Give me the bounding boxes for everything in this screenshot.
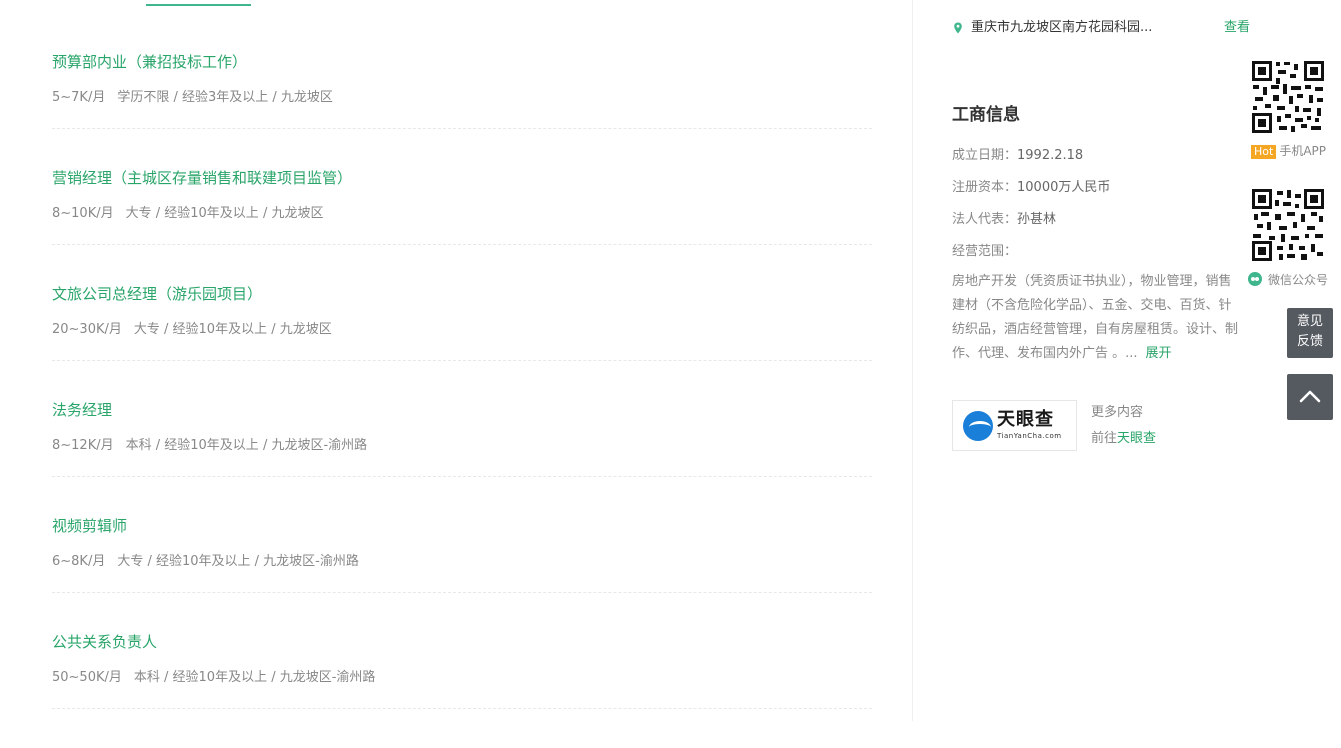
legal-label: 法人代表： xyxy=(952,212,1018,227)
sidebar-divider xyxy=(912,0,913,721)
job-details: 大专 / 经验10年及以上 / 九龙坡区-渝州路 xyxy=(117,554,359,569)
job-title[interactable]: 视频剪辑师 xyxy=(52,516,127,536)
job-details: 大专 / 经验10年及以上 / 九龙坡区 xyxy=(125,206,324,221)
job-meta: 20~30K/月 大专 / 经验10年及以上 / 九龙坡区 xyxy=(52,320,332,340)
job-meta: 6~8K/月 大专 / 经验10年及以上 / 九龙坡区-渝州路 xyxy=(52,552,359,572)
job-salary: 20~30K/月 xyxy=(52,322,122,337)
goto-prefix: 前往 xyxy=(1091,431,1118,446)
feedback-label-line1: 意见 xyxy=(1296,314,1323,329)
back-to-top-button[interactable] xyxy=(1287,374,1333,420)
job-divider xyxy=(52,128,872,129)
tianyancha-logo-domain: TianYanCha.com xyxy=(997,432,1062,440)
job-item[interactable]: 文旅公司总经理（游乐园项目） 20~30K/月 大专 / 经验10年及以上 / 九… xyxy=(52,284,872,400)
job-meta: 8~12K/月 本科 / 经验10年及以上 / 九龙坡区-渝州路 xyxy=(52,436,367,456)
location-pin-icon xyxy=(954,22,962,34)
wechat-qr-code xyxy=(1251,188,1325,262)
job-details: 本科 / 经验10年及以上 / 九龙坡区-渝州路 xyxy=(125,438,368,453)
job-details: 学历不限 / 经验3年及以上 / 九龙坡区 xyxy=(117,90,333,105)
company-address: 重庆市九龙坡区南方花园科园... 查看 xyxy=(952,18,1252,38)
job-divider xyxy=(52,708,872,709)
business-info-title: 工商信息 xyxy=(952,105,1020,125)
tianyancha-link[interactable]: 天眼查 xyxy=(1117,431,1156,446)
job-title[interactable]: 公共关系负责人 xyxy=(52,632,157,652)
view-map-link[interactable]: 查看 xyxy=(1224,18,1250,38)
tianyancha-logo[interactable]: 天眼查 TianYanCha.com xyxy=(952,400,1077,451)
capital-label: 注册资本： xyxy=(952,180,1018,195)
capital-value: 10000万人民币 xyxy=(1017,180,1111,195)
job-title[interactable]: 法务经理 xyxy=(52,400,112,420)
founded-date: 成立日期：1992.2.18 xyxy=(952,146,1083,166)
job-meta: 5~7K/月 学历不限 / 经验3年及以上 / 九龙坡区 xyxy=(52,88,333,108)
job-item[interactable]: 公共关系负责人 50~50K/月 本科 / 经验10年及以上 / 九龙坡区-渝州路 xyxy=(52,632,872,748)
goto-tianyancha: 前往天眼查 xyxy=(1091,430,1156,448)
business-scope: 房地产开发（凭资质证书执业），物业管理，销售建材（不含危险化学品）、五金、交电、… xyxy=(952,270,1238,366)
job-salary: 8~10K/月 xyxy=(52,206,114,221)
job-divider xyxy=(52,476,872,477)
more-content-label: 更多内容 xyxy=(1091,405,1144,420)
job-item[interactable]: 营销经理（主城区存量销售和联建项目监管） 8~10K/月 大专 / 经验10年及以… xyxy=(52,168,872,284)
job-salary: 6~8K/月 xyxy=(52,554,106,569)
app-qr-text: 手机APP xyxy=(1279,144,1327,158)
wechat-icon xyxy=(1248,272,1262,286)
job-salary: 5~7K/月 xyxy=(52,90,106,105)
founded-label: 成立日期： xyxy=(952,148,1018,163)
job-meta: 8~10K/月 大专 / 经验10年及以上 / 九龙坡区 xyxy=(52,204,323,224)
job-salary: 50~50K/月 xyxy=(52,670,122,685)
job-salary: 8~12K/月 xyxy=(52,438,114,453)
job-divider xyxy=(52,592,872,593)
job-divider xyxy=(52,244,872,245)
address-text: 重庆市九龙坡区南方花园科园... xyxy=(971,20,1153,35)
chevron-up-icon xyxy=(1299,390,1321,403)
hot-badge: Hot xyxy=(1251,145,1277,159)
registered-capital: 注册资本：10000万人民币 xyxy=(952,178,1110,198)
tianyancha-logo-text: 天眼查 xyxy=(997,409,1054,430)
job-item[interactable]: 法务经理 8~12K/月 本科 / 经验10年及以上 / 九龙坡区-渝州路 xyxy=(52,400,872,516)
wechat-qr-label: 微信公众号 xyxy=(1248,272,1328,288)
tianyancha-eye-icon xyxy=(963,411,993,441)
job-details: 大专 / 经验10年及以上 / 九龙坡区 xyxy=(133,322,332,337)
job-title[interactable]: 营销经理（主城区存量销售和联建项目监管） xyxy=(52,168,352,188)
job-item[interactable]: 视频剪辑师 6~8K/月 大专 / 经验10年及以上 / 九龙坡区-渝州路 xyxy=(52,516,872,632)
legal-representative: 法人代表：孙甚林 xyxy=(952,210,1056,230)
legal-value: 孙甚林 xyxy=(1017,212,1057,227)
active-tab-underline xyxy=(146,4,251,6)
app-qr-label: Hot 手机APP xyxy=(1251,143,1326,159)
business-scope-text: 房地产开发（凭资质证书执业），物业管理，销售建材（不含危险化学品）、五金、交电、… xyxy=(952,274,1239,361)
feedback-label-line2: 反馈 xyxy=(1296,334,1323,349)
job-title[interactable]: 文旅公司总经理（游乐园项目） xyxy=(52,284,262,304)
job-meta: 50~50K/月 本科 / 经验10年及以上 / 九龙坡区-渝州路 xyxy=(52,668,375,688)
job-divider xyxy=(52,360,872,361)
feedback-button[interactable]: 意见 反馈 xyxy=(1287,308,1333,358)
founded-value: 1992.2.18 xyxy=(1017,148,1084,163)
app-qr-code xyxy=(1251,60,1325,134)
job-item[interactable]: 预算部内业（兼招投标工作） 5~7K/月 学历不限 / 经验3年及以上 / 九龙坡… xyxy=(52,52,872,168)
business-scope-label: 经营范围： xyxy=(952,244,1018,259)
job-details: 本科 / 经验10年及以上 / 九龙坡区-渝州路 xyxy=(133,670,376,685)
expand-link[interactable]: 展开 xyxy=(1146,346,1172,361)
wechat-qr-text: 微信公众号 xyxy=(1268,273,1329,287)
job-title[interactable]: 预算部内业（兼招投标工作） xyxy=(52,52,247,72)
